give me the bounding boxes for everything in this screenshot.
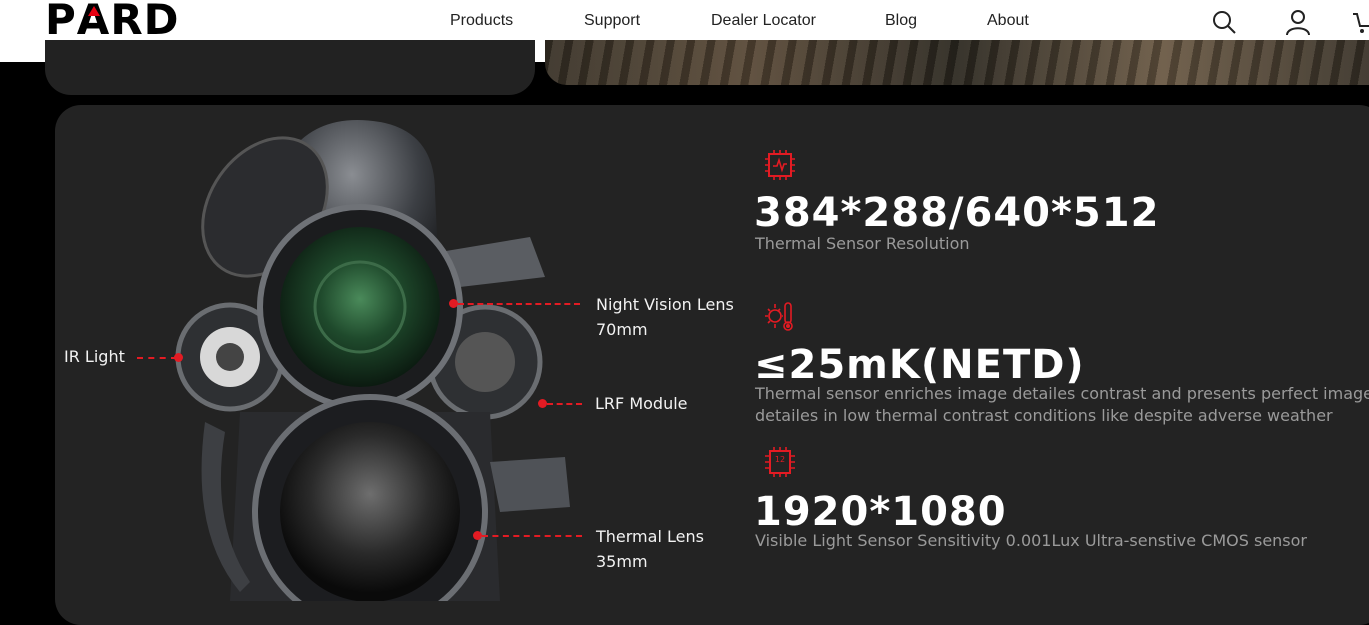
svg-text:12: 12 [775, 455, 785, 464]
callout-thermal-focal: 35mm [596, 552, 648, 571]
thermometer-icon [765, 302, 793, 331]
callout-line [137, 357, 177, 359]
callout-lrf-module: LRF Module [595, 394, 688, 413]
callout-line [458, 303, 580, 305]
nav-blog[interactable]: Blog [885, 12, 917, 30]
nav-about[interactable]: About [987, 12, 1029, 30]
spec-thermal-resolution-label: Thermal Sensor Resolution [755, 234, 970, 253]
callout-night-vision-focal: 70mm [596, 320, 648, 339]
spec-netd-label-line2: detailes in low thermal contrast conditi… [755, 406, 1333, 425]
callout-ir-light: IR Light [64, 347, 125, 366]
previous-card [45, 40, 535, 95]
search-icon[interactable] [1210, 8, 1238, 36]
pard-logo[interactable]: PA RD [45, 0, 180, 44]
callout-dot [473, 531, 482, 540]
callout-night-vision-lens: Night Vision Lens [596, 295, 734, 314]
logo-a-mark: A [76, 0, 111, 44]
nav-dealer-locator[interactable]: Dealer Locator [711, 12, 816, 30]
chip-icon [765, 150, 795, 180]
callout-dot [449, 299, 458, 308]
logo-text-right: RD [110, 0, 180, 44]
sensor-chip-icon: 12 [765, 447, 795, 477]
callout-dot [538, 399, 547, 408]
thermal-scope-image [175, 120, 570, 601]
callout-dot [174, 353, 183, 362]
spec-netd-label-line1: Thermal sensor enriches image detailes c… [755, 384, 1369, 403]
nav-support[interactable]: Support [584, 12, 640, 30]
spec-thermal-resolution-value: 384*288/640*512 [754, 190, 1160, 236]
callout-line [547, 403, 582, 405]
callout-line [482, 535, 582, 537]
cart-icon[interactable] [1352, 8, 1369, 36]
nav-products[interactable]: Products [450, 12, 513, 30]
user-icon[interactable] [1284, 8, 1312, 36]
spec-visible-resolution-label: Visible Light Sensor Sensitivity 0.001Lu… [755, 531, 1308, 550]
scene-image-card [545, 40, 1369, 85]
callout-thermal-lens: Thermal Lens [596, 527, 704, 546]
logo-text-left: P [45, 0, 77, 44]
